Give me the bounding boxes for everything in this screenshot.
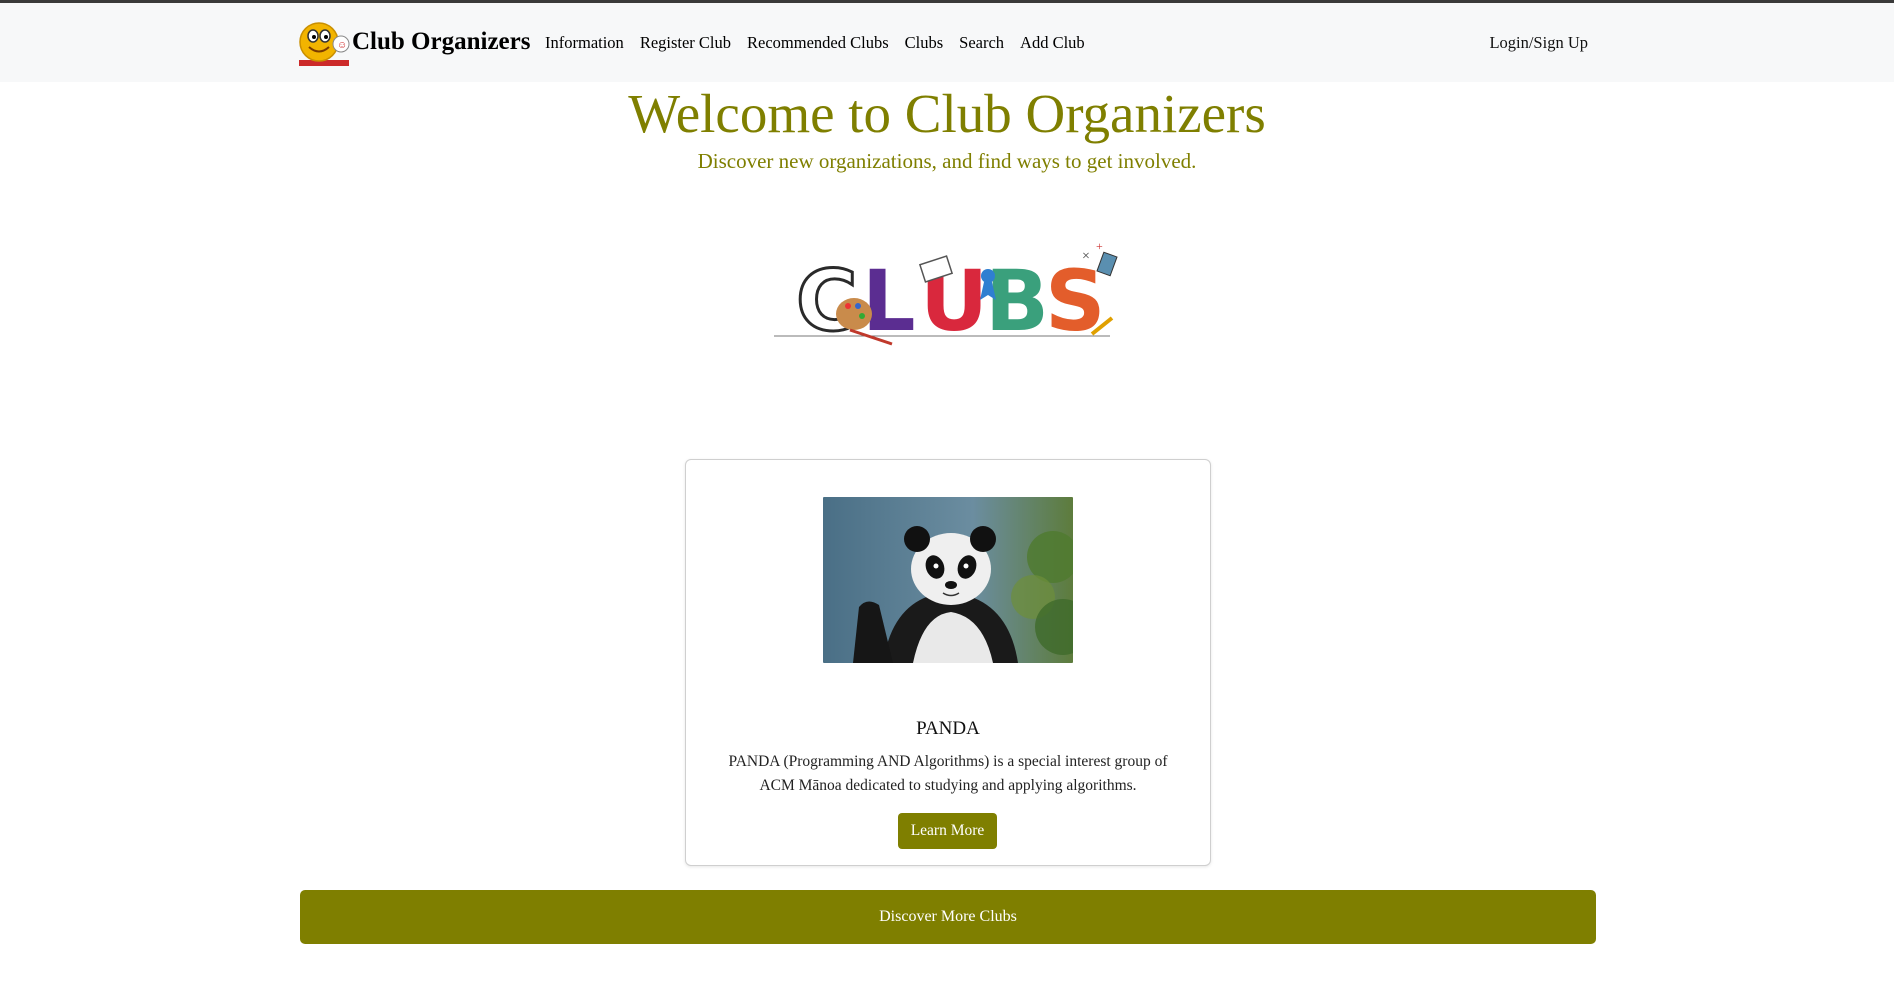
- svg-text:×: ×: [1082, 249, 1090, 264]
- page-title: Welcome to Club Organizers: [628, 83, 1266, 144]
- brand-name: Club Organizers: [352, 28, 531, 55]
- brand-logo-icon: ☺: [299, 22, 350, 66]
- nav-link-clubs[interactable]: Clubs: [905, 33, 944, 53]
- nav-link-recommended-clubs[interactable]: Recommended Clubs: [747, 33, 889, 53]
- clubs-logo-image: C L U B S × +: [774, 240, 1118, 350]
- navbar: ☺ Club Organizers Information Register C…: [0, 3, 1894, 82]
- svg-text:B: B: [985, 252, 1049, 350]
- nav-link-information[interactable]: Information: [545, 33, 624, 53]
- brand-link[interactable]: ☺ Club Organizers: [299, 16, 530, 68]
- club-card-description: PANDA (Programming AND Algorithms) is a …: [728, 753, 1168, 794]
- svg-text:S: S: [1045, 252, 1106, 350]
- nav-link-add-club[interactable]: Add Club: [1020, 33, 1085, 53]
- nav-links: Information Register Club Recommended Cl…: [545, 33, 1101, 53]
- club-card: PANDA PANDA (Programming AND Algorithms)…: [685, 459, 1211, 866]
- club-card-title: PANDA: [916, 718, 980, 739]
- login-signup-link[interactable]: Login/Sign Up: [1489, 33, 1588, 53]
- svg-text:+: +: [1096, 240, 1103, 253]
- nav-link-search[interactable]: Search: [959, 33, 1004, 53]
- page-subtitle: Discover new organizations, and find way…: [697, 149, 1197, 173]
- svg-text:☺: ☺: [337, 40, 347, 51]
- learn-more-button[interactable]: Learn More: [898, 813, 997, 849]
- panda-image: [823, 497, 1073, 663]
- discover-more-clubs-button[interactable]: Discover More Clubs: [300, 890, 1596, 944]
- nav-link-register-club[interactable]: Register Club: [640, 33, 731, 53]
